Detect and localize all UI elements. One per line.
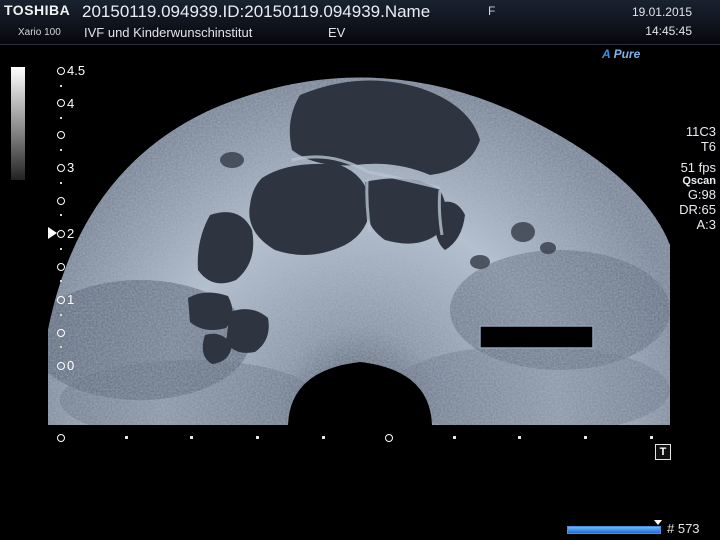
depth-label-0: 0 bbox=[67, 358, 75, 373]
cine-position-pointer[interactable] bbox=[654, 520, 662, 525]
depth-tick bbox=[60, 280, 62, 282]
redaction-box bbox=[479, 325, 594, 349]
depth-tick bbox=[60, 248, 62, 250]
depth-label-4-5: 4.5 bbox=[67, 63, 86, 78]
depth-tick bbox=[60, 214, 62, 216]
depth-marker bbox=[57, 230, 65, 238]
ultrasound-image bbox=[48, 77, 670, 425]
width-scale-tick bbox=[453, 436, 456, 439]
width-scale-tick bbox=[256, 436, 259, 439]
dynamic-range-value: DR:65 bbox=[679, 202, 716, 217]
depth-tick bbox=[60, 182, 62, 184]
gain-value: G:98 bbox=[687, 187, 716, 202]
depth-marker bbox=[57, 99, 65, 107]
width-scale-tick bbox=[190, 436, 193, 439]
t-toggle-button[interactable]: T bbox=[655, 444, 671, 460]
depth-label-1: 1 bbox=[67, 292, 75, 307]
width-scale-marker bbox=[385, 434, 393, 442]
depth-marker bbox=[57, 329, 65, 337]
focus-position-marker[interactable] bbox=[48, 227, 57, 239]
depth-label-3: 3 bbox=[67, 160, 75, 175]
preset-t-label: T6 bbox=[700, 139, 716, 154]
depth-label-4: 4 bbox=[67, 96, 75, 111]
depth-marker bbox=[57, 164, 65, 172]
frame-rate: 51 fps bbox=[680, 160, 716, 175]
width-scale-tick bbox=[518, 436, 521, 439]
depth-marker bbox=[57, 197, 65, 205]
depth-label-2: 2 bbox=[67, 226, 75, 241]
width-scale-tick bbox=[125, 436, 128, 439]
width-scale-tick bbox=[322, 436, 325, 439]
depth-tick bbox=[60, 117, 62, 119]
width-scale-tick bbox=[650, 436, 653, 439]
depth-marker bbox=[57, 362, 65, 370]
depth-marker bbox=[57, 67, 65, 75]
width-scale-marker bbox=[57, 434, 65, 442]
depth-marker bbox=[57, 131, 65, 139]
depth-tick bbox=[60, 314, 62, 316]
follicle-lower-left-1 bbox=[188, 292, 233, 330]
probe-label: 11C3 bbox=[685, 124, 716, 139]
width-scale-tick bbox=[584, 436, 587, 439]
grayscale-bar bbox=[11, 67, 25, 180]
depth-marker bbox=[57, 296, 65, 304]
depth-marker bbox=[57, 263, 65, 271]
frame-counter: # 573 bbox=[667, 521, 700, 536]
depth-tick bbox=[60, 346, 62, 348]
a-value: A:3 bbox=[696, 217, 716, 232]
depth-tick bbox=[60, 149, 62, 151]
qscan-label: Qscan bbox=[682, 175, 716, 187]
acquisition-parameters: 11C3 T6 51 fps Qscan G:98 DR:65 A:3 bbox=[679, 124, 716, 232]
depth-tick bbox=[60, 85, 62, 87]
cine-loop-bar[interactable] bbox=[567, 526, 661, 534]
